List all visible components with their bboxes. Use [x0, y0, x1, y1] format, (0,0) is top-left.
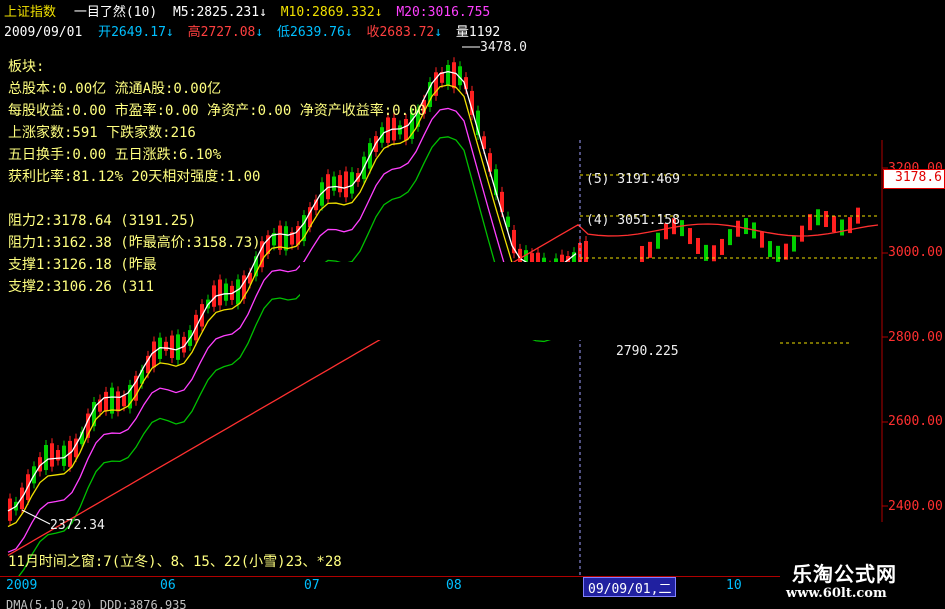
candle-body — [452, 62, 456, 89]
price-tick: 3000.00 — [888, 245, 943, 260]
candle-body — [744, 218, 748, 235]
candle-body — [640, 245, 644, 262]
cursor-date-label: 09/09/01,二 — [583, 577, 677, 597]
candle-body — [506, 216, 510, 227]
price-tick: 2600.00 — [888, 414, 943, 429]
ma5-value: M5:2825.231 — [172, 5, 260, 20]
time-tick: 08 — [446, 578, 462, 593]
time-tick: 07 — [304, 578, 320, 593]
down-arrow-icon: ↓ — [165, 25, 174, 40]
candle-body — [656, 232, 660, 249]
candle-body — [848, 217, 852, 234]
candle-body — [44, 445, 48, 471]
candle-body — [728, 229, 732, 246]
support-2: 支撑2:3106.26 (311 — [8, 279, 155, 295]
trough-leader — [21, 509, 51, 525]
indicator-footer: DMA(5,10,20) DDD:3876.935 — [6, 598, 187, 609]
candle-body — [152, 341, 156, 368]
profit-ratio-line: 获利比率:81.12% 20天相对强度:1.00 — [8, 169, 261, 185]
candle-body — [824, 211, 828, 228]
advance-decline-line: 上涨家数:591 下跌家数:216 — [8, 125, 196, 141]
current-price-tag: 3178.6 — [883, 169, 945, 189]
candle-body — [116, 391, 120, 412]
candle-body — [164, 341, 168, 351]
candle-body — [680, 220, 684, 237]
candle-body — [736, 220, 740, 237]
candle-body — [104, 391, 108, 411]
candle-body — [720, 238, 724, 255]
volume-value: 量1192 — [455, 25, 501, 40]
header-row-2: 2009/09/01 开2649.17↓ 高2727.08↓ 低2639.76↓… — [4, 21, 500, 40]
level-4-label: (4) 3051.158 — [586, 213, 680, 228]
candle-body — [62, 445, 66, 466]
turnover-line: 五日换手:0.00 五日涨跌:6.10% — [8, 147, 222, 163]
down-arrow-icon: ↓ — [259, 5, 267, 20]
time-window-note: 11月时间之窗:7(立冬)、8、15、22(小雪)23、*28 — [8, 554, 342, 570]
candle-body — [808, 214, 812, 231]
formula-name[interactable]: 一目了然(10) — [74, 5, 157, 20]
candle-body — [784, 243, 788, 260]
header-row-1: 上证指数 一目了然(10) M5:2825.231↓ M10:2869.332↓… — [4, 1, 490, 20]
ma20-value: M20:3016.755 — [396, 5, 491, 20]
candle-body — [792, 235, 796, 252]
candle-body — [446, 64, 450, 85]
resistance-2: 阻力2:3178.64 (3191.25) — [8, 213, 197, 229]
price-tick: 2400.00 — [888, 499, 943, 514]
candle-body — [768, 241, 772, 258]
candle-body — [50, 443, 54, 467]
info-panel: 板块: 总股本:0.00亿 流通A股:0.00亿 每股收益:0.00 市盈率:0… — [8, 56, 426, 298]
level-5-label: (5) 3191.469 — [586, 172, 680, 187]
resistance-1: 阻力1:3162.38 (昨最高价:3158.73) — [8, 235, 261, 251]
candle-body — [584, 240, 588, 264]
sector-label: 板块: — [8, 59, 45, 75]
high-value: 高2727.08 — [187, 25, 256, 40]
trough-label: 2372.34 — [50, 518, 105, 533]
down-arrow-icon: ↓ — [344, 25, 353, 40]
candle-body — [776, 245, 780, 262]
ma10-value: M10:2869.332 — [280, 5, 375, 20]
candle-body — [760, 231, 764, 248]
support-1: 支撑1:3126.18 (昨最 — [8, 257, 157, 273]
candle-body — [712, 245, 716, 262]
down-arrow-icon: ↓ — [255, 25, 264, 40]
candle-body — [122, 395, 126, 407]
candle-body — [648, 241, 652, 258]
open-value: 开2649.17 — [98, 25, 166, 40]
capital-line: 总股本:0.00亿 流通A股:0.00亿 — [8, 81, 222, 97]
time-tick: 2009 — [6, 578, 38, 593]
bar-date: 2009/09/01 — [4, 25, 83, 40]
candle-body — [832, 216, 836, 233]
level-low-label: 2790.225 — [616, 344, 679, 359]
price-tick: 2800.00 — [888, 330, 943, 345]
watermark-url: www.60lt.com — [786, 586, 887, 601]
time-tick: 10 — [726, 578, 742, 593]
candle-body — [816, 209, 820, 226]
candle-body — [170, 335, 174, 359]
candle-body — [696, 237, 700, 254]
peak-label: 3478.0 — [480, 40, 527, 55]
candle-body — [176, 334, 180, 360]
down-arrow-icon: ↓ — [374, 5, 383, 20]
candle-body — [840, 219, 844, 236]
watermark-logo: 乐淘公式网 — [792, 562, 897, 586]
candle-body — [800, 225, 804, 242]
time-tick: 06 — [160, 578, 176, 593]
candle-body — [688, 228, 692, 245]
low-value: 低2639.76 — [277, 25, 345, 40]
valuation-line: 每股收益:0.00 市盈率:0.00 净资产:0.00 净资产收益率:0.00 — [8, 103, 426, 119]
down-arrow-icon: ↓ — [434, 25, 443, 40]
index-name[interactable]: 上证指数 — [4, 5, 56, 20]
close-value: 收2683.72 — [366, 25, 435, 40]
